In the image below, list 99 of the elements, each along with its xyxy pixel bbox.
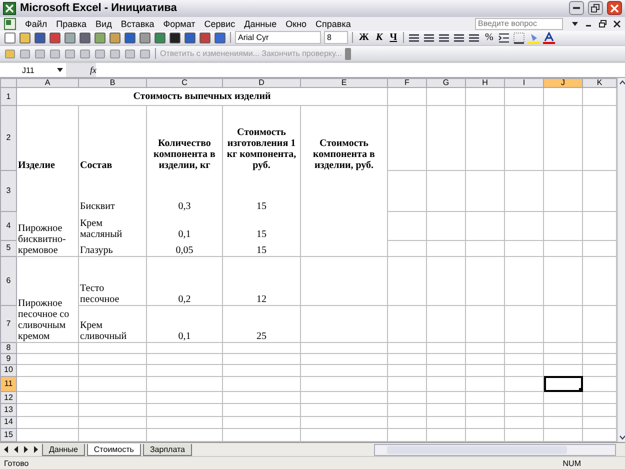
row-header[interactable]: 8 (0, 342, 16, 354)
table-cell: 15 (256, 245, 266, 256)
menu-item[interactable]: Данные (244, 18, 277, 29)
sheet-tab[interactable]: Данные (42, 444, 85, 456)
menu-item[interactable]: Вставка (120, 18, 154, 29)
column-header[interactable]: I (504, 78, 544, 88)
minimize-button[interactable] (569, 1, 584, 16)
row-header[interactable]: 5 (0, 240, 16, 257)
column-header[interactable]: C (146, 78, 222, 88)
font-size-field[interactable]: 8 (324, 31, 348, 44)
close-icon (610, 4, 619, 13)
table-cell: Крем сливочный (80, 320, 127, 342)
dropdown-arrow-icon[interactable] (572, 20, 579, 27)
menu-item[interactable]: Правка (56, 18, 87, 29)
insert-function-button[interactable]: fx (66, 63, 96, 78)
status-text: Готово (4, 458, 29, 468)
column-header[interactable]: F (388, 78, 426, 88)
excel-icon (3, 2, 16, 15)
row-header[interactable]: 2 (0, 105, 16, 171)
table-cell: Бисквит (80, 200, 115, 212)
row-header[interactable]: 4 (0, 212, 16, 240)
font-field[interactable]: Arial Cyr (235, 31, 321, 44)
row-header[interactable]: 3 (0, 170, 16, 212)
window-title: Microsoft Excel - Инициатива (20, 2, 177, 14)
align-center-icon[interactable] (423, 32, 436, 44)
minimize-icon (573, 7, 580, 10)
num-lock-indicator: NUM (562, 458, 581, 468)
first-sheet-icon[interactable] (2, 445, 10, 454)
table-cell: Изделие (18, 160, 55, 171)
menu-item[interactable]: Вид (96, 18, 112, 29)
table-cell: 15 (256, 200, 266, 212)
percent-button[interactable]: % (483, 32, 496, 44)
table-cell: 0,1 (178, 331, 191, 342)
table-cell: Глазурь (80, 245, 113, 256)
menu-item[interactable]: Окно (286, 18, 307, 29)
font-color-icon[interactable] (543, 32, 556, 44)
table-cell: Количество компонента в изделии, кг (154, 138, 216, 171)
table-cell: Пирожное песочное со сливочным кремом (18, 298, 70, 342)
dropdown-arrow-icon[interactable] (57, 67, 64, 74)
table-cell: 12 (256, 294, 266, 306)
fill-color-icon[interactable] (528, 32, 540, 44)
table-cell: Тесто песочное (80, 283, 120, 306)
column-header[interactable]: E (300, 78, 388, 88)
align-right-icon[interactable] (438, 32, 450, 44)
toolbar-options-icon[interactable] (344, 48, 351, 60)
close-button[interactable] (607, 1, 622, 16)
table-cell: 0,05 (176, 245, 194, 256)
row-header[interactable]: 13 (0, 404, 16, 416)
column-header[interactable]: D (222, 78, 300, 88)
column-header[interactable]: H (466, 78, 504, 88)
table-cell: Пирожное бисквитно-кремовое (18, 223, 66, 256)
bold-button[interactable]: Ж (357, 32, 371, 44)
question-field[interactable]: Введите вопрос (475, 18, 563, 30)
fill-handle[interactable] (579, 388, 583, 392)
horizontal-scrollbar[interactable] (374, 444, 616, 456)
sheet-tab[interactable]: Зарплата (142, 444, 192, 456)
row-header[interactable]: 10 (0, 364, 16, 376)
last-sheet-icon[interactable] (32, 445, 40, 454)
row-header[interactable]: 14 (0, 416, 16, 428)
table-cell: 25 (256, 331, 266, 342)
name-box[interactable]: J11 (0, 66, 55, 75)
menu-item[interactable]: Файл (25, 18, 48, 29)
indent-icon[interactable] (498, 32, 510, 44)
sheet-tab[interactable]: Стоимость (86, 444, 141, 456)
column-header[interactable]: B (78, 78, 146, 88)
scroll-down-icon[interactable] (618, 433, 625, 442)
row-header[interactable]: 15 (0, 428, 16, 442)
table-cell: Крем масляный (80, 218, 122, 240)
table-cell: Стоимость компонента в изделии, руб. (313, 138, 375, 171)
menu-item[interactable]: Справка (316, 18, 351, 29)
borders-icon[interactable] (513, 32, 526, 44)
table-cell: 0,1 (178, 229, 191, 240)
column-header[interactable]: G (426, 78, 466, 88)
row-header[interactable]: 9 (0, 354, 16, 364)
column-header[interactable]: A (16, 78, 78, 88)
table-cell: Стоимость выпечных изделий (133, 91, 271, 102)
workbook-icon (4, 18, 16, 30)
table-cell: Стоимость изготовления 1 кг компонента, руб. (226, 126, 296, 171)
menu-item[interactable]: Сервис (204, 18, 236, 29)
next-sheet-icon[interactable] (22, 445, 30, 454)
row-header[interactable]: 1 (0, 88, 16, 106)
table-cell: 0,3 (178, 200, 191, 212)
table-cell: 0,2 (178, 294, 191, 306)
vertical-scrollbar[interactable] (617, 78, 625, 442)
row-header[interactable]: 7 (0, 306, 16, 343)
row-header[interactable]: 6 (0, 256, 16, 306)
column-header[interactable]: J (544, 78, 582, 88)
row-header[interactable]: 11 (0, 376, 16, 392)
table-cell: 15 (256, 229, 266, 240)
close-icon[interactable] (613, 20, 621, 28)
align-left-icon[interactable] (408, 32, 420, 44)
menu-item[interactable]: Формат (163, 18, 196, 29)
restore-button[interactable] (588, 1, 603, 16)
row-header[interactable]: 12 (0, 392, 16, 404)
previous-sheet-icon[interactable] (12, 445, 20, 454)
italic-button[interactable]: К (374, 32, 385, 44)
table-cell: Состав (80, 160, 112, 171)
underline-button[interactable]: Ч (388, 32, 400, 44)
column-header[interactable]: K (582, 78, 616, 88)
